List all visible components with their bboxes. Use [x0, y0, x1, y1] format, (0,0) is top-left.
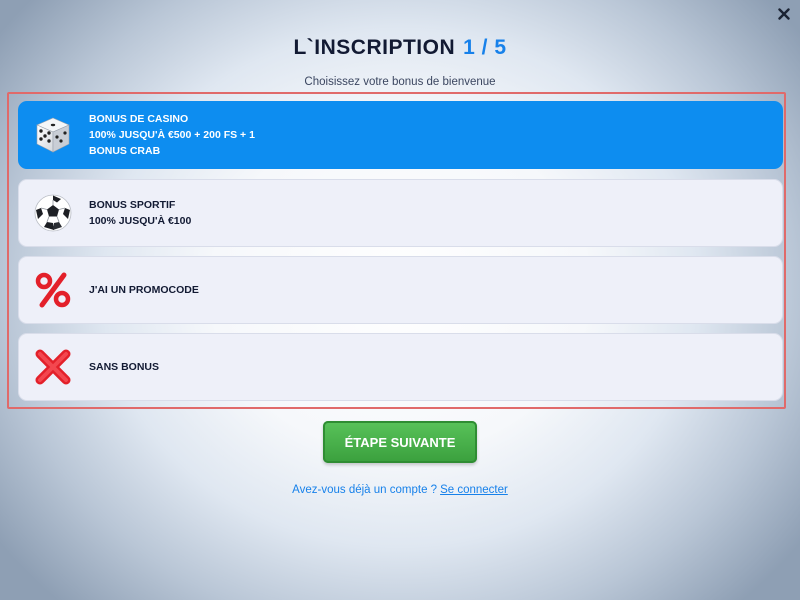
option-line: BONUS CRAB — [89, 145, 161, 157]
login-link[interactable]: Se connecter — [440, 484, 508, 496]
option-line: J'AI UN PROMOCODE — [89, 284, 199, 296]
step-indicator: 1 / 5 — [463, 36, 507, 59]
bonus-option-label: J'AI UN PROMOCODE — [89, 282, 199, 298]
account-question: Avez-vous déjà un compte ? — [292, 484, 438, 496]
soccer-ball-icon — [33, 193, 73, 233]
login-prompt: Avez-vous déjà un compte ? Se connecter — [0, 484, 800, 496]
bonus-option-label: SANS BONUS — [89, 359, 159, 375]
subtitle: Choisissez votre bonus de bienvenue — [304, 76, 496, 88]
bonus-option-casino[interactable]: BONUS DE CASINO 100% JUSQU'À €500 + 200 … — [18, 101, 783, 169]
page-title: L`INSCRIPTION 1 / 5 — [0, 36, 800, 60]
dice-icon — [33, 115, 73, 155]
next-step-button[interactable]: ÉTAPE SUIVANTE — [323, 421, 477, 463]
red-cross-icon — [33, 347, 73, 387]
bonus-option-label: BONUS DE CASINO 100% JUSQU'À €500 + 200 … — [89, 111, 255, 159]
close-button[interactable] — [774, 4, 794, 24]
percent-icon — [33, 270, 73, 310]
bonus-option-label: BONUS SPORTIF 100% JUSQU'À €100 — [89, 197, 191, 229]
option-line: 100% JUSQU'À €500 + 200 FS + 1 — [89, 129, 255, 141]
close-icon — [778, 8, 790, 20]
bonus-option-none[interactable]: SANS BONUS — [18, 333, 783, 401]
bonus-option-sport[interactable]: BONUS SPORTIF 100% JUSQU'À €100 — [18, 179, 783, 247]
title-text: L`INSCRIPTION — [293, 36, 456, 59]
option-line: 100% JUSQU'À €100 — [89, 215, 192, 227]
option-line: SANS BONUS — [89, 361, 160, 373]
bonus-option-promocode[interactable]: J'AI UN PROMOCODE — [18, 256, 783, 324]
option-line: BONUS SPORTIF — [89, 199, 176, 211]
option-line: BONUS DE CASINO — [89, 113, 189, 125]
